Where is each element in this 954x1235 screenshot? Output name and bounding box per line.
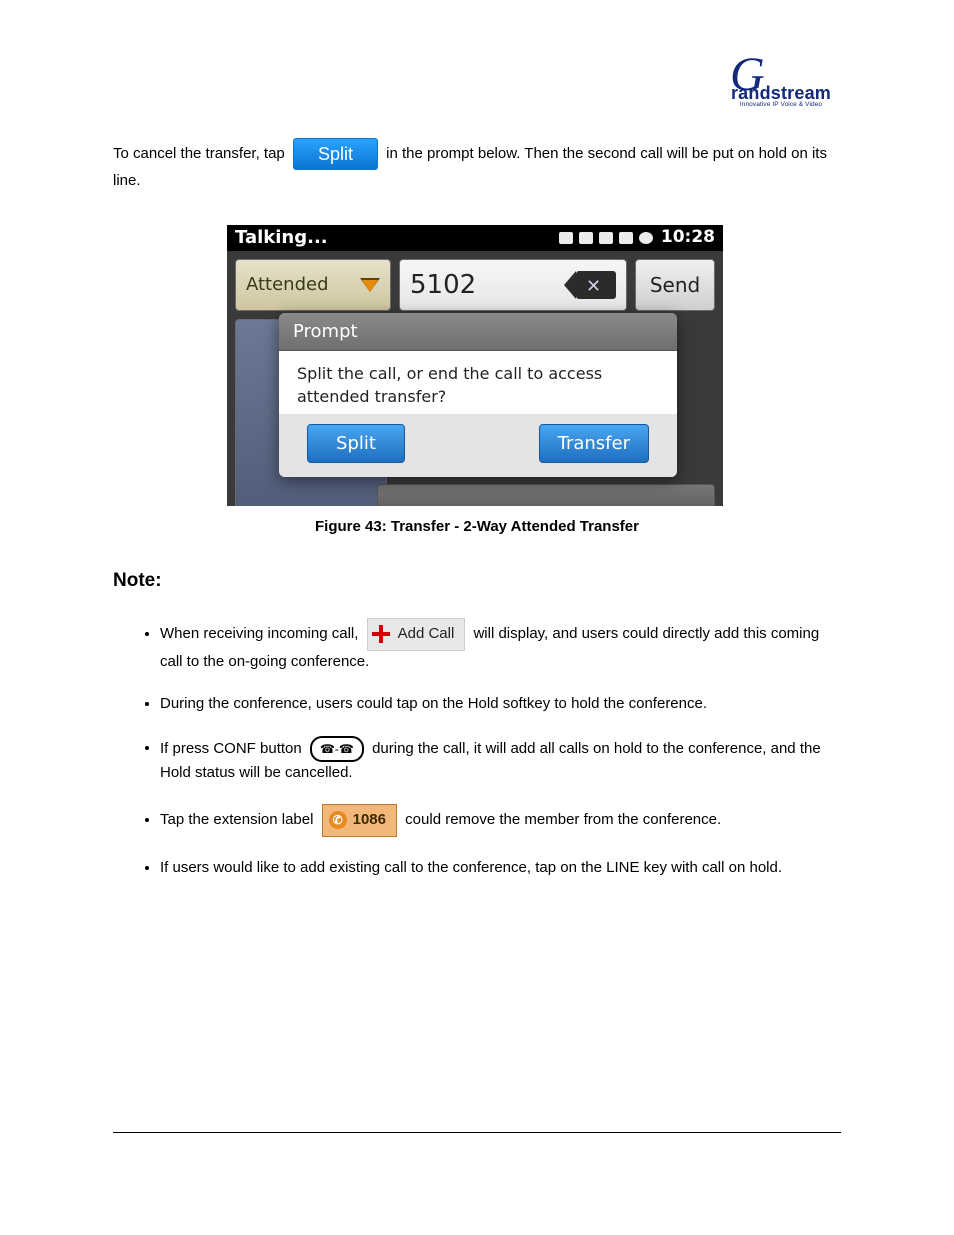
phone-icon [599, 232, 613, 244]
handset-left-icon: ☎ [320, 740, 335, 758]
card-icon [559, 232, 573, 244]
split-button-inline[interactable]: Split [293, 138, 378, 170]
list-item: When receiving incoming call, Add Call w… [160, 618, 841, 673]
dialog-message: Split the call, or end the call to acces… [279, 351, 677, 414]
status-time: 10:28 [661, 226, 715, 250]
b5-text: If users would like to add existing call… [160, 859, 782, 876]
status-title: Talking... [235, 225, 559, 250]
dialog-title: Prompt [279, 313, 677, 351]
list-item: If press CONF button ☎-☎ during the call… [160, 736, 841, 785]
b4-pre: Tap the extension label [160, 811, 313, 828]
figure-caption: Figure 43: Transfer - 2-Way Attended Tra… [0, 516, 954, 537]
phone-circle-icon: ✆ [329, 811, 347, 829]
list-item: During the conference, users could tap o… [160, 693, 841, 716]
b3-pre: If press CONF button [160, 739, 302, 756]
notes-list: When receiving incoming call, Add Call w… [140, 618, 841, 899]
plus-icon [372, 625, 390, 643]
chevron-down-icon [360, 278, 380, 292]
b4-post: could remove the member from the confere… [405, 811, 721, 828]
send-button[interactable]: Send [635, 259, 715, 311]
status-bar: Talking... 10:28 [227, 225, 723, 251]
logo-brand-text: randstream [726, 88, 836, 99]
extension-label-chip[interactable]: ✆ 1086 [322, 804, 397, 837]
b1-pre: When receiving incoming call, [160, 625, 358, 642]
add-call-button[interactable]: Add Call [367, 618, 466, 651]
handset-right-icon: ☎ [339, 740, 354, 758]
add-call-label: Add Call [398, 623, 455, 646]
logo-tagline: Innovative IP Voice & Video [726, 100, 836, 109]
prompt-dialog: Prompt Split the call, or end the call t… [279, 313, 677, 477]
number-value: 5102 [410, 267, 568, 303]
list-item: Tap the extension label ✆ 1086 could rem… [160, 804, 841, 837]
number-input[interactable]: 5102 ✕ [399, 259, 627, 311]
intro-paragraph: To cancel the transfer, tap Split in the… [113, 138, 841, 191]
sync-icon [639, 232, 653, 244]
intro-pre: To cancel the transfer, tap [113, 145, 285, 162]
attended-dropdown[interactable]: Attended [235, 259, 391, 311]
voicemail-icon [579, 232, 593, 244]
conf-hardkey-icon: ☎-☎ [310, 736, 364, 762]
transfer-top-row: Attended 5102 ✕ Send [227, 251, 723, 311]
phone-screenshot: Talking... 10:28 Attended 5102 ✕ Send [227, 225, 723, 506]
list-item: If users would like to add existing call… [160, 857, 841, 880]
empty-area-bar [377, 484, 715, 506]
backspace-button[interactable]: ✕ [576, 271, 616, 299]
calc-icon [619, 232, 633, 244]
footer-rule [113, 1132, 841, 1133]
attended-label: Attended [246, 272, 329, 297]
extension-number: 1086 [353, 809, 386, 832]
close-icon: ✕ [586, 274, 601, 299]
dialog-transfer-button[interactable]: Transfer [539, 424, 649, 463]
dialog-split-button[interactable]: Split [307, 424, 405, 463]
b2-text: During the conference, users could tap o… [160, 695, 707, 712]
note-heading: Note: [113, 568, 162, 595]
status-icons [559, 232, 653, 244]
brand-logo: G randstream Innovative IP Voice & Video [726, 58, 836, 120]
